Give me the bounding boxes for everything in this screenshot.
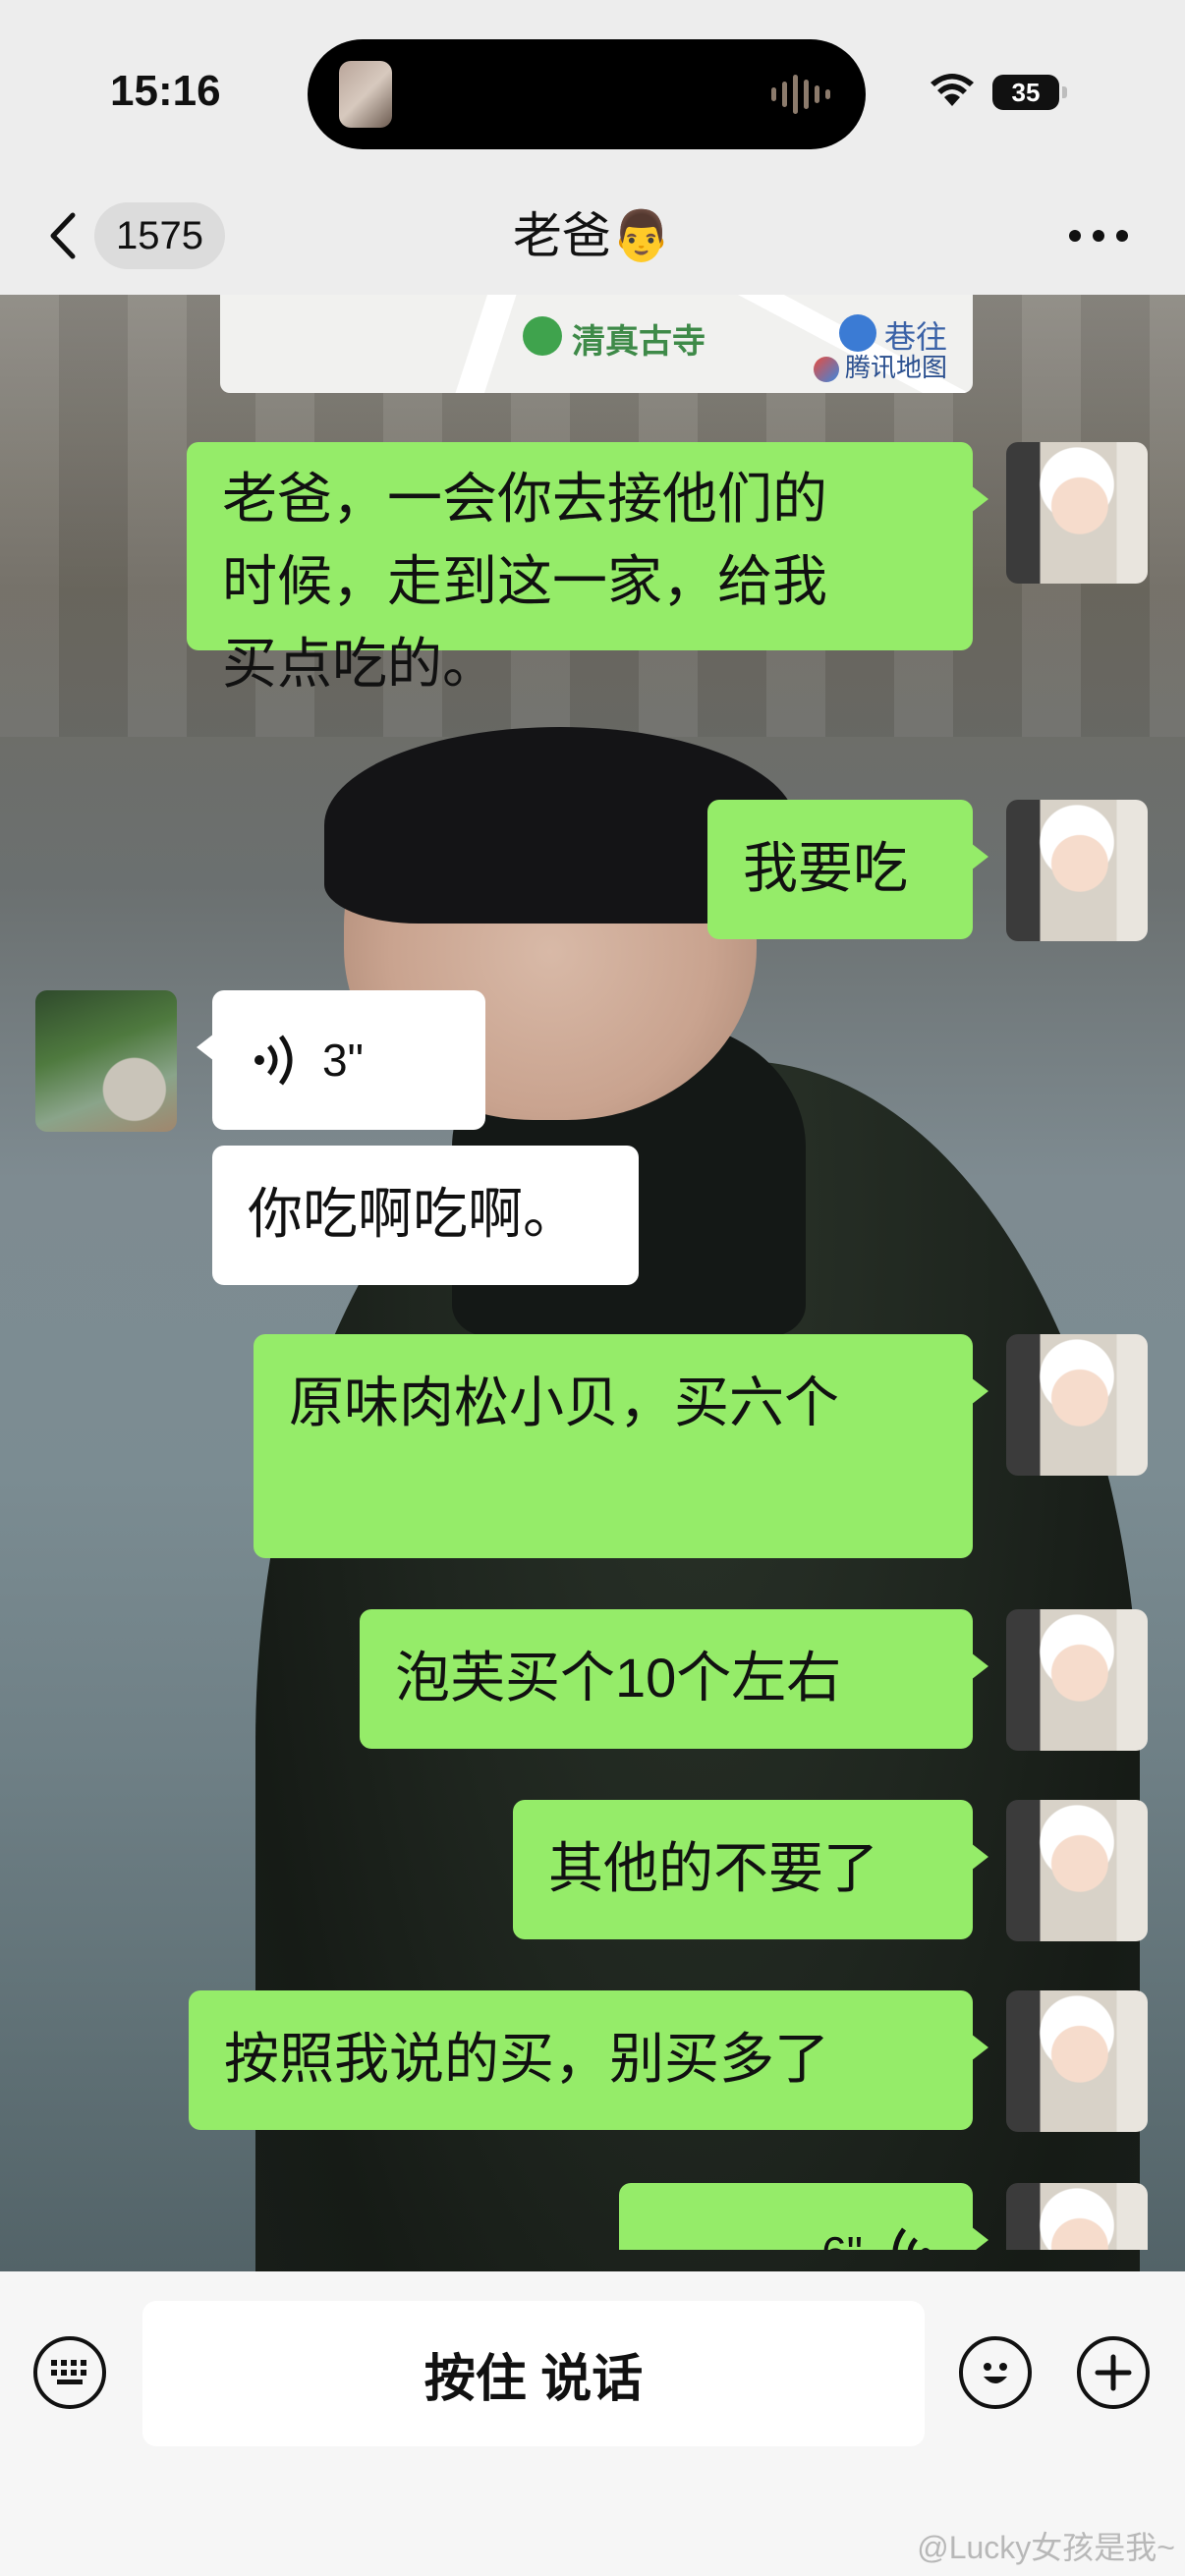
message-line: 买点吃的。 [222,633,497,695]
message-bubble-theirs[interactable]: 你吃啊吃啊。 [212,1146,639,1285]
my-avatar[interactable] [1006,1609,1148,1751]
status-time: 15:16 [110,67,221,115]
message-bubble-mine[interactable]: 其他的不要了 [513,1800,988,1939]
message-line: 我要吃 [743,837,908,899]
message-bubble-mine[interactable]: 按照我说的买，别买多了 [189,1990,988,2130]
wifi-icon [931,74,974,106]
keyboard-toggle-button[interactable] [33,2336,106,2409]
message-line: 老爸，一会你去接他们的 [222,468,827,530]
message-line: 你吃啊吃啊。 [248,1183,578,1245]
more-icon[interactable] [1067,228,1130,244]
voice-duration: 6" [821,2212,863,2250]
voice-wave-icon [254,1035,293,1086]
tencent-map-icon [814,357,839,383]
audio-wave-icon [771,73,830,116]
chat-header: 1575 老爸👨 [0,177,1185,295]
message-line: 时候，走到这一家，给我 [222,550,827,612]
emoji-button[interactable] [959,2336,1032,2409]
my-avatar[interactable] [1006,800,1148,941]
message-bubble-mine[interactable]: 原味肉松小贝，买六个 [254,1334,988,1558]
message-list[interactable]: 清真古寺 巷往 腾讯地图 老爸，一会你去接他们的 时候，走到这一家，给我 买点吃… [0,295,1185,2250]
dad-avatar[interactable] [35,990,177,1132]
my-avatar[interactable] [1006,442,1148,584]
message-line: 按照我说的买，别买多了 [224,2028,829,2090]
my-avatar[interactable] [1006,1800,1148,1941]
more-functions-button[interactable] [1077,2336,1150,2409]
voice-message-bubble[interactable]: 6" [619,2183,988,2250]
status-bar: 15:16 35 [0,0,1185,177]
plus-icon [1095,2354,1132,2391]
emoji-icon [984,2363,1007,2383]
message-line: 其他的不要了 [548,1837,878,1899]
message-bubble-mine[interactable]: 我要吃 [707,800,988,939]
map-provider-label: 腾讯地图 [845,353,948,382]
voice-message-bubble[interactable]: 3" [197,990,485,1130]
message-bubble-mine[interactable]: 老爸，一会你去接他们的 时候，走到这一家，给我 买点吃的。 [187,442,988,695]
voice-duration: 3" [322,1035,364,1086]
hold-to-talk-button[interactable]: 按住 说话 [142,2301,925,2446]
my-avatar[interactable] [1006,1990,1148,2132]
hotel-icon [839,314,876,352]
message-line: 原味肉松小贝，买六个 [289,1372,839,1433]
message-line: 泡芙买个10个左右 [395,1647,842,1708]
keyboard-icon [51,2360,86,2384]
now-playing-thumbnail [339,61,392,128]
watermark: @Lucky女孩是我~ [917,2530,1175,2565]
map-road [435,295,524,393]
my-avatar[interactable] [1006,1334,1148,1476]
location-card[interactable]: 清真古寺 巷往 腾讯地图 [220,295,973,393]
my-avatar[interactable] [1006,2183,1148,2250]
voice-wave-icon [892,2227,930,2250]
map-poi-icon [523,316,562,356]
map-provider-logo: 腾讯地图 [814,348,947,384]
dynamic-island[interactable] [308,39,866,149]
chat-title: 老爸👨 [512,208,673,263]
battery-icon: 35 [992,75,1067,110]
map-poi-label: 清真古寺 [572,323,705,361]
message-bubble-mine[interactable]: 泡芙买个10个左右 [360,1609,988,1749]
